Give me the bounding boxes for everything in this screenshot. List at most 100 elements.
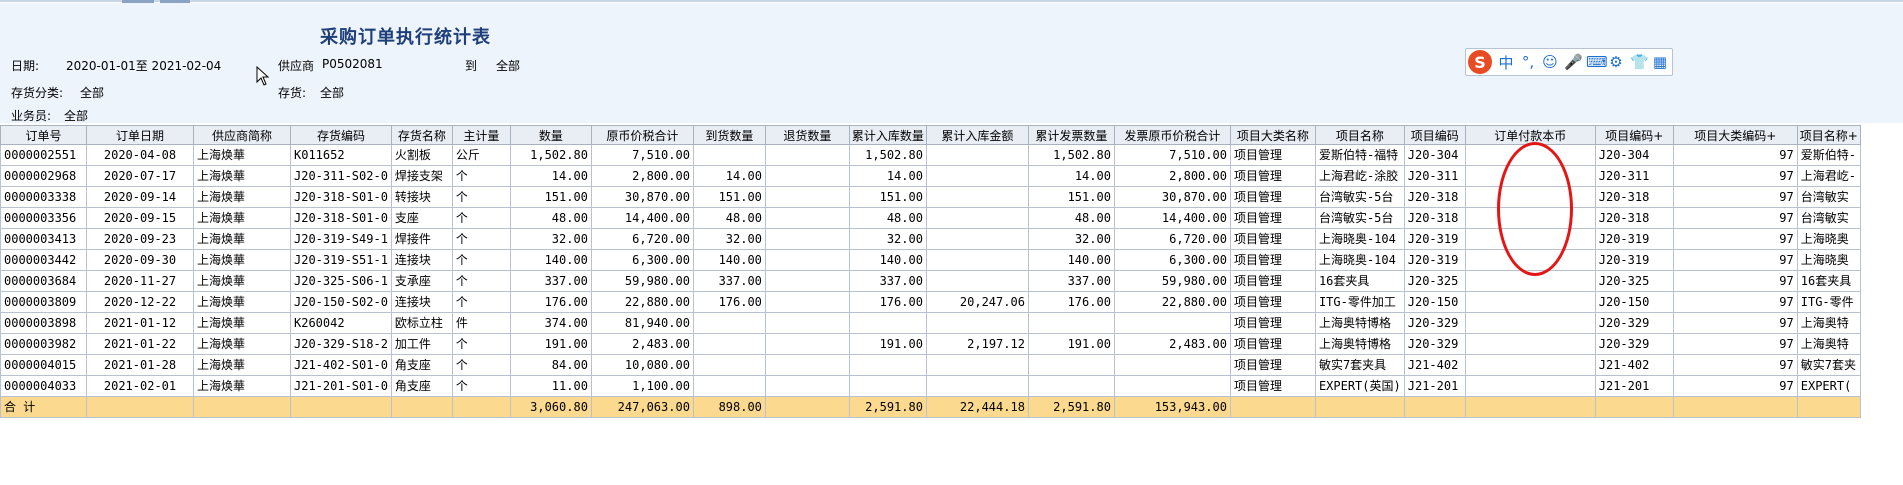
table-cell[interactable]: 2020-09-23: [86, 228, 194, 250]
column-header[interactable]: 到货数量: [692, 125, 766, 145]
table-cell[interactable]: 97: [1672, 228, 1798, 250]
table-cell[interactable]: 0000004015: [0, 354, 87, 376]
table-cell[interactable]: J20-304: [1594, 144, 1674, 166]
table-cell[interactable]: J20-318: [1403, 207, 1466, 229]
column-header[interactable]: 供应商简称: [193, 125, 291, 145]
column-header[interactable]: 项目大类名称: [1229, 125, 1316, 145]
table-cell[interactable]: 加工件: [390, 333, 453, 355]
table-cell[interactable]: [692, 333, 766, 355]
column-header[interactable]: 项目编码: [1403, 125, 1466, 145]
table-cell[interactable]: 32.00: [848, 228, 927, 250]
table-cell[interactable]: [692, 375, 766, 397]
table-cell[interactable]: 2021-02-01: [86, 375, 194, 397]
table-cell[interactable]: J21-402: [1594, 354, 1674, 376]
table-cell[interactable]: ITG-零件加工: [1314, 291, 1405, 313]
table-cell[interactable]: J20-319: [1594, 228, 1674, 250]
table-cell[interactable]: 角支座: [390, 354, 453, 376]
table-cell[interactable]: 个: [451, 291, 511, 313]
table-cell[interactable]: J20-311: [1594, 165, 1674, 187]
table-cell[interactable]: 上海晓奥-104: [1314, 249, 1405, 271]
table-cell[interactable]: 2020-04-08: [86, 144, 194, 166]
table-cell[interactable]: 1,502.80: [1027, 144, 1115, 166]
table-cell[interactable]: 11.00: [509, 375, 592, 397]
table-cell[interactable]: 1,502.80: [509, 144, 592, 166]
table-cell[interactable]: ITG-零件: [1796, 291, 1861, 313]
table-cell[interactable]: J20-329-S18-2: [290, 333, 392, 355]
table-cell[interactable]: [764, 333, 850, 355]
table-cell[interactable]: J20-329: [1403, 333, 1466, 355]
table-cell[interactable]: 台湾敏实-5台: [1314, 186, 1405, 208]
table-cell[interactable]: J20-150: [1594, 291, 1674, 313]
table-cell[interactable]: 176.00: [509, 291, 592, 313]
table-cell[interactable]: J20-325: [1594, 270, 1674, 292]
table-cell[interactable]: 个: [451, 375, 511, 397]
table-cell[interactable]: 火割板: [390, 144, 453, 166]
table-cell[interactable]: J21-201: [1403, 375, 1466, 397]
table-cell[interactable]: 32.00: [509, 228, 592, 250]
table-cell[interactable]: 84.00: [509, 354, 592, 376]
table-cell[interactable]: 81,940.00: [590, 312, 694, 334]
table-cell[interactable]: 2020-11-27: [86, 270, 194, 292]
table-cell[interactable]: J20-329: [1594, 333, 1674, 355]
table-cell[interactable]: 2021-01-22: [86, 333, 194, 355]
table-cell[interactable]: 敏实7套夹: [1796, 354, 1861, 376]
table-cell[interactable]: 22,880.00: [1113, 291, 1231, 313]
table-cell[interactable]: 上海焕華: [193, 186, 291, 208]
table-cell[interactable]: 2020-09-14: [86, 186, 194, 208]
table-cell[interactable]: 项目管理: [1229, 333, 1316, 355]
table-cell[interactable]: 2020-09-30: [86, 249, 194, 271]
table-cell[interactable]: 191.00: [509, 333, 592, 355]
column-header[interactable]: 退货数量: [764, 125, 850, 145]
table-cell[interactable]: 6,720.00: [590, 228, 694, 250]
table-cell[interactable]: [1113, 354, 1231, 376]
table-cell[interactable]: 97: [1672, 312, 1798, 334]
table-cell[interactable]: [1027, 375, 1115, 397]
table-cell[interactable]: 14.00: [509, 165, 592, 187]
table-cell[interactable]: 上海焕華: [193, 165, 291, 187]
table-cell[interactable]: 10,080.00: [590, 354, 694, 376]
table-cell[interactable]: 97: [1672, 354, 1798, 376]
table-cell[interactable]: 项目管理: [1229, 144, 1316, 166]
table-cell[interactable]: 97: [1672, 144, 1798, 166]
table-cell[interactable]: 上海君屹-: [1796, 165, 1861, 187]
table-cell[interactable]: 2020-12-22: [86, 291, 194, 313]
table-cell[interactable]: 项目管理: [1229, 312, 1316, 334]
table-cell[interactable]: 97: [1672, 375, 1798, 397]
column-header[interactable]: 主计量: [451, 125, 511, 145]
table-cell[interactable]: 97: [1672, 333, 1798, 355]
table-cell[interactable]: [1464, 291, 1596, 313]
table-cell[interactable]: 14.00: [848, 165, 927, 187]
table-cell[interactable]: 个: [451, 165, 511, 187]
table-cell[interactable]: 14.00: [1027, 165, 1115, 187]
table-cell[interactable]: [848, 312, 927, 334]
table-cell[interactable]: 0000003338: [0, 186, 87, 208]
column-header[interactable]: 订单日期: [86, 125, 194, 145]
table-cell[interactable]: 2,800.00: [1113, 165, 1231, 187]
chinese-mode-icon[interactable]: 中: [1498, 52, 1514, 73]
table-cell[interactable]: J20-325-S06-1: [290, 270, 392, 292]
table-cell[interactable]: 项目管理: [1229, 186, 1316, 208]
table-cell[interactable]: [764, 207, 850, 229]
table-cell[interactable]: 个: [451, 333, 511, 355]
table-cell[interactable]: [925, 165, 1029, 187]
table-cell[interactable]: 上海焕華: [193, 228, 291, 250]
column-header[interactable]: 发票原币价税合计: [1113, 125, 1231, 145]
table-cell[interactable]: 30,870.00: [590, 186, 694, 208]
table-cell[interactable]: 97: [1672, 186, 1798, 208]
table-cell[interactable]: 上海奥特: [1796, 312, 1861, 334]
emoji-icon[interactable]: ☺: [1542, 53, 1558, 71]
table-cell[interactable]: J20-304: [1403, 144, 1466, 166]
table-cell[interactable]: 191.00: [848, 333, 927, 355]
table-cell[interactable]: 337.00: [848, 270, 927, 292]
table-cell[interactable]: 转接块: [390, 186, 453, 208]
table-cell[interactable]: 1,502.80: [848, 144, 927, 166]
table-cell[interactable]: 48.00: [509, 207, 592, 229]
table-cell[interactable]: [925, 354, 1029, 376]
ime-toolbar[interactable]: S 中 °, ☺ 🎤 ⌨ ⚙ 👕 ▦: [1465, 48, 1673, 76]
table-cell[interactable]: 0000003442: [0, 249, 87, 271]
table-cell[interactable]: 6,300.00: [590, 249, 694, 271]
table-cell[interactable]: 14,400.00: [590, 207, 694, 229]
table-cell[interactable]: 30,870.00: [1113, 186, 1231, 208]
table-cell[interactable]: J20-318: [1594, 207, 1674, 229]
table-cell[interactable]: 0000003413: [0, 228, 87, 250]
